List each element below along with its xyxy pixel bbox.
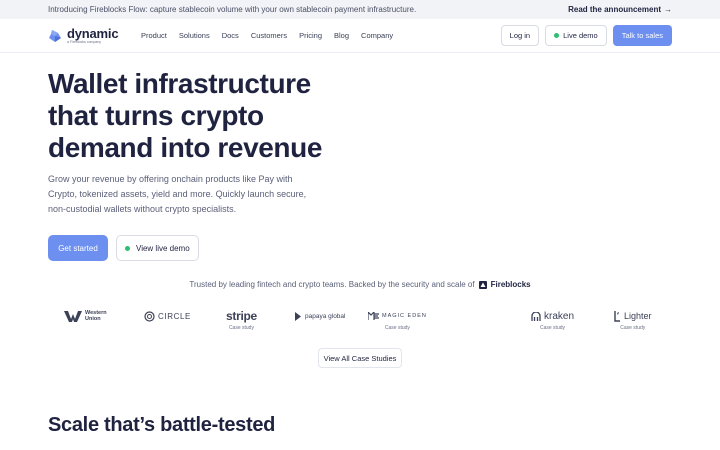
logo-papaya-global[interactable]: papaya global xyxy=(294,308,345,324)
lighter-mark: Lighter xyxy=(614,308,652,324)
logo-kraken[interactable]: kraken Case study xyxy=(531,308,574,331)
kraken-mark: kraken xyxy=(531,308,574,324)
circle-wordmark: CIRCLE xyxy=(158,311,191,321)
announcement-link[interactable]: Read the announcement → xyxy=(568,5,672,14)
view-live-demo-button[interactable]: View live demo xyxy=(116,235,199,261)
trusted-text: Trusted by leading fintech and crypto te… xyxy=(189,280,475,289)
magic-eden-wordmark: MAGIC EDEN xyxy=(382,313,427,319)
magic-eden-mark: MAGIC EDEN xyxy=(368,308,427,324)
customer-logos: Western Union CIRCLE stripe Case study p… xyxy=(0,308,720,336)
lighter-wordmark: Lighter xyxy=(624,311,652,321)
western-union-line2: Union xyxy=(85,316,101,322)
nav-item-customers[interactable]: Customers xyxy=(251,31,287,40)
papaya-wordmark: papaya global xyxy=(305,312,346,320)
live-demo-label: Live demo xyxy=(563,31,598,40)
fireblocks-brand: Fireblocks xyxy=(490,280,531,289)
live-dot-icon xyxy=(125,245,130,251)
view-live-demo-label: View live demo xyxy=(136,243,190,253)
login-button[interactable]: Log in xyxy=(500,25,540,46)
talk-to-sales-button[interactable]: Talk to sales xyxy=(612,25,672,46)
announcement-message: Introducing Fireblocks Flow: capture sta… xyxy=(48,5,417,14)
western-union-wordmark: Western Union xyxy=(85,310,107,322)
dynamic-logo-icon xyxy=(49,29,61,42)
nav-item-docs[interactable]: Docs xyxy=(222,31,239,40)
announcement-link-label: Read the announcement xyxy=(568,5,661,14)
circle-logo-icon xyxy=(144,310,155,322)
get-started-button[interactable]: Get started xyxy=(48,235,108,261)
western-union-icon xyxy=(64,310,82,322)
announcement-bar: Introducing Fireblocks Flow: capture sta… xyxy=(0,0,720,19)
stripe-wordmark: stripe xyxy=(226,309,257,323)
case-study-label: Case study xyxy=(228,325,254,331)
trusted-by-line: Trusted by leading fintech and crypto te… xyxy=(0,280,720,289)
hero-title-line: that turns crypto xyxy=(48,100,264,131)
logo-western-union[interactable]: Western Union xyxy=(64,308,107,324)
nav-item-blog[interactable]: Blog xyxy=(334,31,349,40)
western-union-mark: Western Union xyxy=(64,308,107,324)
kraken-wordmark: kraken xyxy=(544,310,575,322)
logo-magic-eden[interactable]: MAGIC EDEN Case study xyxy=(368,308,427,331)
fireblocks-icon xyxy=(478,280,487,289)
dynamic-logo[interactable]: dynamic a Fireblocks company xyxy=(48,27,141,45)
lighter-icon xyxy=(614,310,620,322)
hero-title-line: demand into revenue xyxy=(48,132,323,163)
hero-title-line: Wallet infrastructure xyxy=(48,68,311,99)
kraken-icon xyxy=(531,311,541,321)
case-study-label: Case study xyxy=(384,325,410,331)
magic-eden-icon xyxy=(368,312,379,320)
nav-item-company[interactable]: Company xyxy=(361,31,393,40)
hero-cta-row: Get started View live demo xyxy=(48,235,199,261)
papaya-mark: papaya global xyxy=(294,308,345,324)
arrow-right-icon: → xyxy=(664,5,672,14)
nav-item-product[interactable]: Product xyxy=(141,31,167,40)
hero-subtitle: Grow your revenue by offering onchain pr… xyxy=(48,174,307,214)
nav-actions: Log in Live demo Talk to sales xyxy=(500,25,672,46)
papaya-icon xyxy=(295,311,301,321)
view-all-case-studies-button[interactable]: View All Case Studies xyxy=(318,348,402,368)
hero-title: Wallet infrastructure that turns crypto … xyxy=(48,68,378,164)
top-nav: dynamic a Fireblocks company Product Sol… xyxy=(0,19,720,53)
logo-lighter[interactable]: Lighter Case study xyxy=(614,308,652,331)
stripe-mark: stripe xyxy=(226,308,257,324)
logo-tagline: a Fireblocks company xyxy=(67,39,102,44)
case-study-label: Case study xyxy=(540,325,566,331)
logo-text-group: dynamic a Fireblocks company xyxy=(67,25,119,45)
logo-stripe[interactable]: stripe Case study xyxy=(226,308,257,331)
case-study-label: Case study xyxy=(620,325,646,331)
logo-circle[interactable]: CIRCLE xyxy=(144,308,191,324)
nav-item-pricing[interactable]: Pricing xyxy=(299,31,322,40)
section-title: Scale that’s battle-tested xyxy=(48,414,276,436)
main-menu: Product Solutions Docs Customers Pricing… xyxy=(141,31,405,40)
nav-item-solutions[interactable]: Solutions xyxy=(179,31,210,40)
live-dot-icon xyxy=(554,33,560,38)
logo-wordmark: dynamic xyxy=(67,25,119,41)
circle-mark: CIRCLE xyxy=(144,308,191,324)
live-demo-button[interactable]: Live demo xyxy=(545,25,607,46)
